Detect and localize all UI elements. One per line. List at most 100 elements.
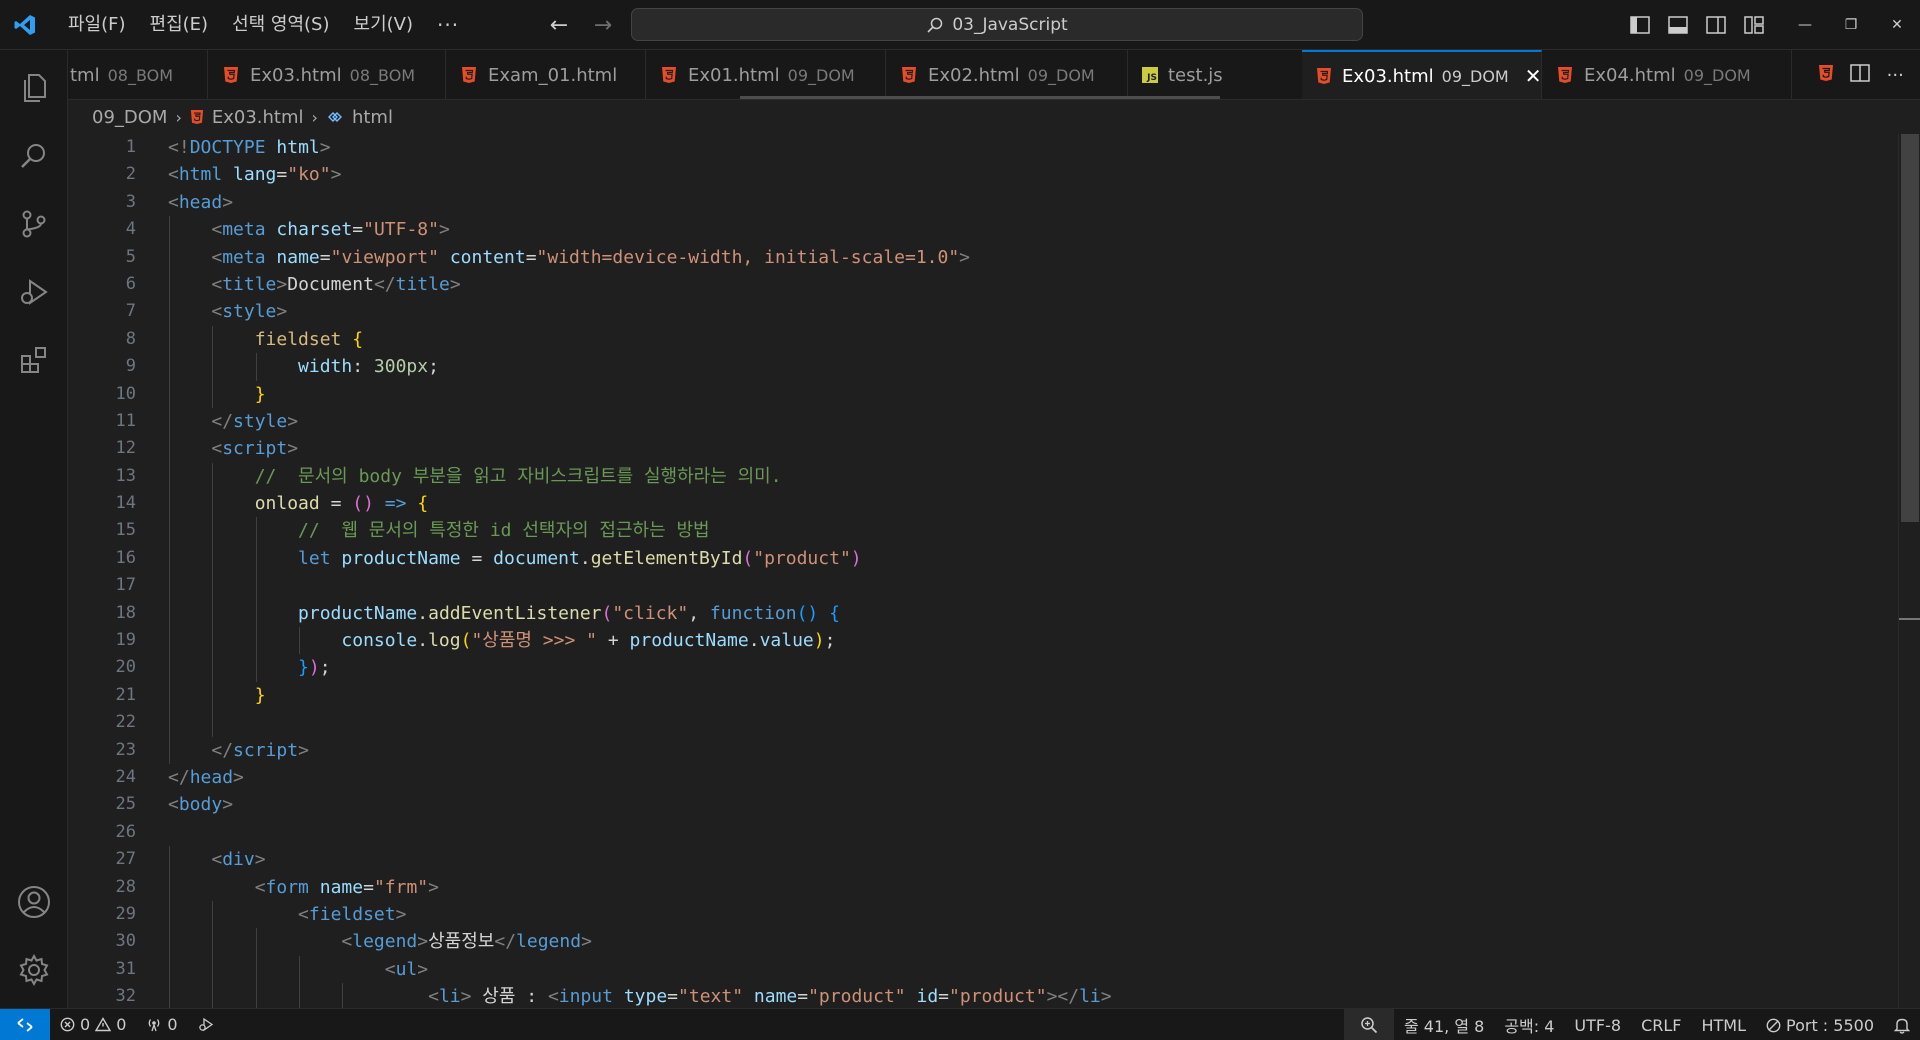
- code-token: >: [428, 876, 439, 898]
- code-token: "product": [949, 986, 1047, 1008]
- menu-more-icon[interactable]: ···: [425, 13, 471, 37]
- code-line[interactable]: }: [168, 681, 1848, 710]
- extensions-icon[interactable]: [0, 330, 68, 390]
- problems-indicator[interactable]: 0 0: [50, 1009, 136, 1040]
- indentation[interactable]: 공백: 4: [1494, 1009, 1564, 1040]
- code-line[interactable]: <html lang="ko">: [168, 161, 1848, 188]
- code-line[interactable]: <form name="frm">: [168, 873, 1848, 901]
- zoom-icon[interactable]: [1343, 1009, 1394, 1040]
- search-sidebar-icon[interactable]: [0, 126, 68, 186]
- debug-launch-indicator[interactable]: [188, 1009, 224, 1040]
- code-line[interactable]: <!DOCTYPE html>: [168, 134, 1848, 161]
- indent-guide: [255, 627, 257, 655]
- run-debug-icon[interactable]: [0, 262, 68, 322]
- toggle-panel-icon[interactable]: [1668, 16, 1688, 34]
- code-line[interactable]: <meta name="viewport" content="width=dev…: [168, 243, 1848, 271]
- tab-ex04-dom[interactable]: Ex04.html 09_DOM: [1542, 50, 1792, 99]
- code-line[interactable]: console.log("상품명 >>> " + productName.val…: [168, 627, 1848, 655]
- code-line[interactable]: <div>: [168, 846, 1848, 874]
- tab-folder: 09_DOM: [1441, 66, 1509, 86]
- indent-guide: [212, 544, 214, 573]
- code-line[interactable]: <fieldset>: [168, 900, 1848, 929]
- forward-arrow-icon[interactable]: →: [592, 13, 614, 38]
- code-line[interactable]: // 웹 문서의 특정한 id 선택자의 접근하는 방법: [168, 517, 1848, 545]
- close-window-icon[interactable]: ✕: [1874, 0, 1920, 50]
- code-line[interactable]: [168, 819, 1848, 846]
- breadcrumb-symbol[interactable]: html: [352, 107, 393, 128]
- language-mode[interactable]: HTML: [1691, 1009, 1756, 1040]
- code-line[interactable]: let productName = document.getElementByI…: [168, 544, 1848, 573]
- customize-layout-icon[interactable]: [1744, 16, 1764, 34]
- split-editor-icon[interactable]: [1850, 63, 1871, 87]
- ports-indicator[interactable]: 0: [136, 1009, 187, 1040]
- minimize-icon[interactable]: —: [1782, 0, 1828, 50]
- more-actions-icon[interactable]: ···: [1887, 65, 1904, 86]
- breadcrumb-folder[interactable]: 09_DOM: [92, 107, 167, 128]
- scrollbar-thumb[interactable]: [1901, 134, 1919, 522]
- code-line[interactable]: <head>: [168, 189, 1848, 216]
- menu-edit[interactable]: 편집(E): [138, 8, 221, 42]
- indent-guide: [212, 709, 214, 737]
- notifications-bell-icon[interactable]: [1884, 1009, 1920, 1040]
- editor-vertical-scrollbar[interactable]: [1898, 134, 1920, 1008]
- code-token: Document: [287, 273, 374, 295]
- tab-ex01-dom[interactable]: Ex01.html 09_DOM: [646, 50, 886, 99]
- menu-selection[interactable]: 선택 영역(S): [220, 8, 341, 42]
- source-control-icon[interactable]: [0, 194, 68, 254]
- tab-label: Ex04.html: [1584, 64, 1676, 86]
- code-token: <: [211, 849, 223, 871]
- code-line[interactable]: <title>Document</title>: [168, 270, 1848, 299]
- encoding[interactable]: UTF-8: [1564, 1009, 1631, 1040]
- code-line[interactable]: </style>: [168, 407, 1848, 436]
- end-of-line[interactable]: CRLF: [1631, 1009, 1691, 1040]
- code-line[interactable]: <style>: [168, 298, 1848, 326]
- accounts-icon[interactable]: [0, 872, 68, 932]
- code-line[interactable]: <script>: [168, 435, 1848, 463]
- code-line[interactable]: }: [168, 380, 1848, 408]
- code-line[interactable]: onload = () => {: [168, 490, 1848, 518]
- tab-ex03-bom[interactable]: Ex03.html 08_BOM: [208, 50, 446, 99]
- tab-ex03-dom-active[interactable]: Ex03.html 09_DOM ✕: [1302, 50, 1542, 99]
- code-line[interactable]: </script>: [168, 736, 1848, 764]
- code-line[interactable]: fieldset {: [168, 325, 1848, 354]
- line-number: 31: [115, 958, 136, 979]
- back-arrow-icon[interactable]: ←: [548, 13, 570, 38]
- code-lines[interactable]: <!DOCTYPE html> <html lang="ko"> <head> <m…: [168, 134, 1848, 1008]
- code-line[interactable]: <legend>상품정보</legend>: [168, 928, 1848, 956]
- code-line[interactable]: </head>: [168, 764, 1848, 791]
- menu-file[interactable]: 파일(F): [56, 8, 138, 42]
- code-line[interactable]: productName.addEventListener("click", fu…: [168, 599, 1848, 628]
- tab-bom-partial[interactable]: tml 08_BOM: [68, 50, 208, 99]
- code-editor[interactable]: 1 2 3 4 5 6 7 8 9 10 11 12 13 14 15 16 17 18 19 20 21 22 23 24 2…: [68, 134, 1920, 1008]
- cursor-position[interactable]: 줄 41, 열 8: [1394, 1009, 1494, 1040]
- settings-gear-icon[interactable]: [0, 940, 68, 1000]
- menu-view[interactable]: 보기(V): [342, 8, 425, 42]
- tab-exam01[interactable]: Exam_01.html: [446, 50, 646, 99]
- code-line[interactable]: <ul>: [168, 955, 1848, 984]
- code-line[interactable]: width: 300px;: [168, 353, 1848, 381]
- code-line[interactable]: <li> 상품 : <input type="text" name="produ…: [168, 983, 1848, 1008]
- code-line[interactable]: [168, 572, 1848, 600]
- toggle-secondary-sidebar-icon[interactable]: [1706, 16, 1726, 34]
- tab-ex02-dom[interactable]: Ex02.html 09_DOM: [886, 50, 1128, 99]
- code-line[interactable]: });: [168, 654, 1848, 682]
- close-tab-icon[interactable]: ✕: [1525, 64, 1542, 88]
- code-token: 상품정보: [428, 931, 495, 953]
- explorer-icon[interactable]: [0, 58, 68, 118]
- toggle-primary-sidebar-icon[interactable]: [1630, 16, 1650, 34]
- window-controls: — ❐ ✕: [1782, 0, 1920, 50]
- live-server-port[interactable]: Port : 5500: [1756, 1009, 1884, 1040]
- code-line[interactable]: // 문서의 body 부분을 읽고 자비스크립트를 실행하라는 의미.: [168, 462, 1848, 491]
- breadcrumb-file[interactable]: Ex03.html: [212, 107, 304, 128]
- restore-icon[interactable]: ❐: [1828, 0, 1874, 50]
- code-line[interactable]: [168, 709, 1848, 737]
- code-line[interactable]: <body>: [168, 791, 1848, 818]
- code-line[interactable]: <meta charset="UTF-8">: [168, 216, 1848, 244]
- open-preview-html5-icon[interactable]: [1818, 64, 1834, 87]
- remote-indicator-icon[interactable]: [0, 1008, 50, 1040]
- command-center-search[interactable]: 03_JavaScript: [631, 8, 1363, 41]
